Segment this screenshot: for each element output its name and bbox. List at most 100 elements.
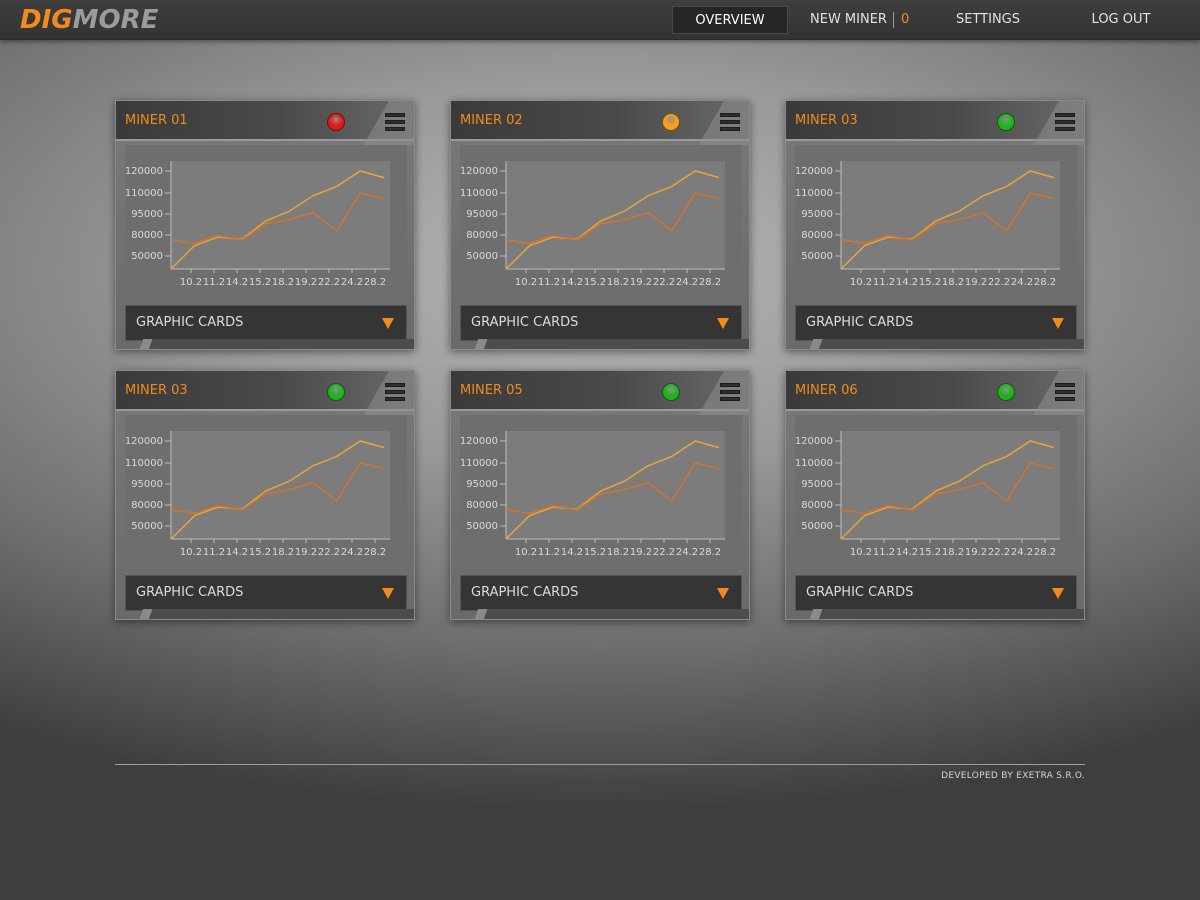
- x-tick-label: 15.2: [249, 277, 271, 288]
- status-orange-icon: [662, 113, 680, 131]
- menu-icon-bar: [385, 397, 405, 401]
- card-footer-strip: [451, 609, 749, 619]
- x-tick-label: 10.2: [850, 277, 872, 288]
- graphic-cards-dropdown[interactable]: GRAPHIC CARDS: [125, 575, 407, 611]
- x-tick-label: 28.2: [364, 547, 386, 558]
- y-tick-label: 120000: [795, 436, 833, 447]
- nav-logout[interactable]: LOG OUT: [1080, 6, 1162, 34]
- x-tick-label: 14.2: [561, 547, 583, 558]
- nav-settings[interactable]: SETTINGS: [944, 6, 1032, 34]
- miner-card: MINER 02 50000 80000 95000 110000 120000 10.2 1…: [450, 100, 750, 350]
- y-tick-label: 80000: [466, 500, 498, 511]
- x-tick-label: 22.2: [653, 277, 675, 288]
- y-tick-label: 110000: [125, 458, 163, 469]
- menu-icon[interactable]: [1055, 383, 1075, 401]
- nav-new-miner[interactable]: NEW MINER: [802, 6, 892, 34]
- x-tick-label: 14.2: [896, 277, 918, 288]
- x-tick-label: 19.2: [965, 547, 987, 558]
- dropdown-arrow-icon: [382, 318, 394, 329]
- dropdown-arrow-icon: [382, 588, 394, 599]
- x-tick-label: 18.2: [607, 547, 629, 558]
- miner-chart: 50000 80000 95000 110000 120000 10.2 11.2 14.2 1…: [125, 415, 407, 575]
- x-tick-label: 24.2: [1011, 277, 1033, 288]
- x-tick-label: 14.2: [226, 277, 248, 288]
- miner-title: MINER 06: [795, 383, 858, 398]
- dropdown-arrow-icon: [717, 318, 729, 329]
- dropdown-arrow-icon: [1052, 318, 1064, 329]
- y-tick-label: 95000: [466, 479, 498, 490]
- miner-card: MINER 03 50000 80000 95000 110000 120000 10.2 1…: [785, 100, 1085, 350]
- x-tick-label: 19.2: [630, 547, 652, 558]
- line-chart-svg: 50000800009500011000012000010.2 11.2 14.2 1…: [460, 161, 725, 288]
- line-chart-svg: 50000800009500011000012000010.2 11.2 14.2 1…: [460, 431, 725, 558]
- x-tick-label: 24.2: [676, 277, 698, 288]
- miner-card-header: MINER 02: [451, 101, 749, 145]
- status-green-icon: [997, 113, 1015, 131]
- menu-icon-bar: [385, 390, 405, 394]
- x-tick-label: 28.2: [1034, 547, 1056, 558]
- miner-card-header: MINER 06: [786, 371, 1084, 415]
- x-tick-label: 15.2: [919, 277, 941, 288]
- menu-icon-bar: [1055, 383, 1075, 387]
- y-tick-label: 95000: [801, 209, 833, 220]
- y-tick-label: 80000: [131, 230, 163, 241]
- menu-icon-bar: [1055, 127, 1075, 131]
- dropdown-label: GRAPHIC CARDS: [806, 315, 914, 330]
- menu-icon-bar: [1055, 120, 1075, 124]
- miner-chart: 50000 80000 95000 110000 120000 10.2 11.2 14.2 1…: [795, 145, 1077, 305]
- y-tick-label: 80000: [801, 230, 833, 241]
- x-tick-label: 18.2: [607, 277, 629, 288]
- y-tick-label: 120000: [125, 166, 163, 177]
- y-tick-label: 95000: [801, 479, 833, 490]
- x-tick-label: 22.2: [653, 547, 675, 558]
- graphic-cards-dropdown[interactable]: GRAPHIC CARDS: [795, 575, 1077, 611]
- y-tick-label: 120000: [460, 436, 498, 447]
- graphic-cards-dropdown[interactable]: GRAPHIC CARDS: [460, 575, 742, 611]
- x-tick-label: 28.2: [1034, 277, 1056, 288]
- x-tick-label: 28.2: [699, 277, 721, 288]
- y-tick-label: 50000: [466, 521, 498, 532]
- miner-title: MINER 02: [460, 113, 523, 128]
- x-tick-label: 15.2: [249, 547, 271, 558]
- y-tick-label: 80000: [466, 230, 498, 241]
- new-miner-count-badge: 0: [901, 12, 910, 27]
- menu-icon-bar: [385, 127, 405, 131]
- x-tick-label: 24.2: [676, 547, 698, 558]
- dropdown-label: GRAPHIC CARDS: [806, 585, 914, 600]
- menu-icon[interactable]: [1055, 113, 1075, 131]
- x-tick-label: 24.2: [341, 547, 363, 558]
- x-tick-label: 24.2: [341, 277, 363, 288]
- x-tick-label: 14.2: [561, 277, 583, 288]
- x-tick-label: 28.2: [699, 547, 721, 558]
- y-tick-label: 110000: [125, 188, 163, 199]
- miner-card-header: MINER 03: [786, 101, 1084, 145]
- y-tick-label: 120000: [125, 436, 163, 447]
- line-chart-svg: 50000800009500011000012000010.2 11.2 14.2 1…: [125, 161, 390, 288]
- x-tick-label: 15.2: [584, 277, 606, 288]
- nav-separator: [893, 12, 894, 28]
- miner-title: MINER 03: [795, 113, 858, 128]
- menu-icon[interactable]: [720, 383, 740, 401]
- nav-overview[interactable]: OVERVIEW: [672, 6, 788, 34]
- menu-icon[interactable]: [720, 113, 740, 131]
- x-tick-label: 19.2: [295, 277, 317, 288]
- menu-icon[interactable]: [385, 383, 405, 401]
- graphic-cards-dropdown[interactable]: GRAPHIC CARDS: [125, 305, 407, 341]
- y-tick-label: 95000: [131, 479, 163, 490]
- x-tick-label: 11.2: [203, 277, 225, 288]
- menu-icon-bar: [720, 397, 740, 401]
- menu-icon-bar: [385, 120, 405, 124]
- card-footer-strip: [451, 339, 749, 349]
- x-tick-label: 10.2: [180, 277, 202, 288]
- dropdown-arrow-icon: [1052, 588, 1064, 599]
- dropdown-label: GRAPHIC CARDS: [471, 585, 579, 600]
- x-tick-label: 22.2: [988, 277, 1010, 288]
- y-tick-label: 120000: [460, 166, 498, 177]
- x-tick-label: 11.2: [873, 277, 895, 288]
- menu-icon[interactable]: [385, 113, 405, 131]
- x-tick-label: 11.2: [538, 547, 560, 558]
- app-logo[interactable]: DIGMORE: [20, 4, 158, 36]
- graphic-cards-dropdown[interactable]: GRAPHIC CARDS: [460, 305, 742, 341]
- graphic-cards-dropdown[interactable]: GRAPHIC CARDS: [795, 305, 1077, 341]
- dropdown-label: GRAPHIC CARDS: [136, 585, 244, 600]
